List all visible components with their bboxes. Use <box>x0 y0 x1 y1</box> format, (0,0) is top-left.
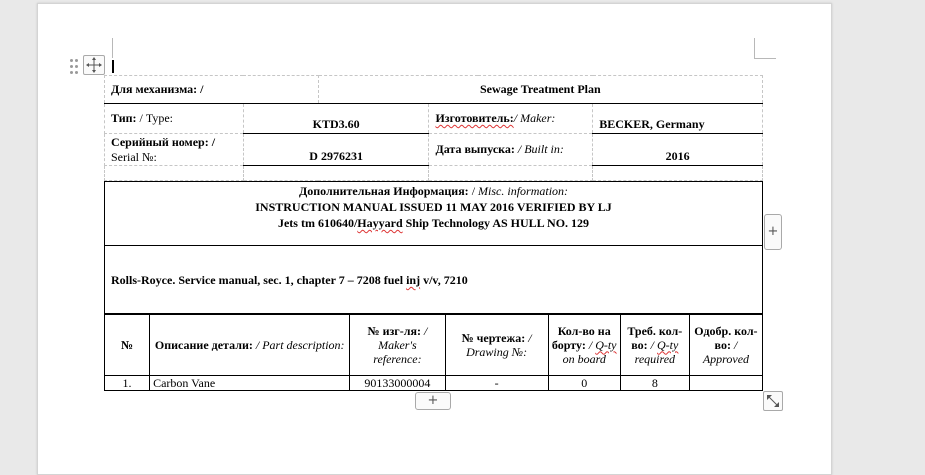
col-header-description[interactable]: Описание детали: / Part description: <box>149 313 351 376</box>
serial-label-ru: Серийный номер: / <box>111 134 216 149</box>
col-header-required[interactable]: Треб. кол-во: / Q-ty required <box>619 313 690 376</box>
spacer-cell <box>104 165 244 181</box>
margin-marker-top-right-h <box>754 58 776 59</box>
serial-value-cell[interactable]: D 2976231 <box>242 133 430 166</box>
cell-onboard[interactable]: 0 <box>547 375 621 391</box>
maker-label-cell: Изготовитель:/ Maker: <box>428 103 594 134</box>
misc-info-cell[interactable]: Дополнительная Информация: / Misc. infor… <box>105 182 762 245</box>
built-value-cell[interactable]: 2016 <box>592 133 763 166</box>
col-header-reference[interactable]: № изг-ля: / Maker's reference: <box>349 313 446 376</box>
col-header-description-en: / Part description: <box>252 337 345 352</box>
serial-value: D 2976231 <box>309 149 363 163</box>
col-header-no-text: № <box>121 337 134 352</box>
type-label-ru: Тип: <box>111 111 137 125</box>
misc-line2-c: Ship Technology AS HULL NO. 129 <box>402 216 590 230</box>
maker-value-cell[interactable]: BECKER, Germany <box>592 103 763 134</box>
type-label-cell: Тип: / Type: <box>104 103 244 134</box>
maker-value: BECKER, Germany <box>599 117 705 131</box>
table-row: 1. Carbon Vane 90133000004 - 0 8 <box>103 375 764 391</box>
misc-label-ru: Дополнительная Информация: <box>298 184 469 198</box>
cell-reference[interactable]: 90133000004 <box>349 375 446 391</box>
col-header-required-en-c: required <box>634 351 676 366</box>
misc-label-en: Misc. information: <box>478 184 569 198</box>
col-header-approved-ru: Одобр. кол-во: <box>694 323 758 352</box>
serial-label-en: Serial №: <box>111 149 157 164</box>
type-value: KTD3.60 <box>312 117 360 131</box>
col-header-onboard-en-b: Q-ty <box>595 337 617 352</box>
service-text-c: v/v, 7210 <box>420 273 468 287</box>
spacer-cell <box>592 165 763 181</box>
built-label-en: / Built in: <box>514 142 564 156</box>
table-move-handle-icon[interactable] <box>83 55 105 75</box>
misc-label-sep: / <box>468 184 479 198</box>
add-row-button[interactable]: + <box>415 392 451 410</box>
col-header-no[interactable]: № <box>103 313 151 376</box>
spacer-cell <box>242 165 430 181</box>
col-header-required-en-a: / <box>647 337 658 352</box>
cell-description[interactable]: Carbon Vane <box>149 375 351 391</box>
misc-info-block: Дополнительная Информация: / Misc. infor… <box>104 181 763 315</box>
type-value-cell[interactable]: KTD3.60 <box>242 103 430 134</box>
col-header-onboard-en-c: on board <box>562 351 606 366</box>
move-arrows-icon <box>86 57 102 73</box>
parts-table: № Описание детали: / Part description: №… <box>103 313 764 391</box>
mechanism-label: Для механизма: / <box>111 82 204 96</box>
service-text-b: inj <box>406 273 421 287</box>
serial-label-cell: Серийный номер: / Serial №: <box>104 133 244 166</box>
spacer-cell <box>428 165 594 181</box>
mechanism-label-cell: Для механизма: / <box>104 75 319 104</box>
service-manual-cell[interactable]: Rolls-Royce. Service manual, sec. 1, cha… <box>105 245 762 314</box>
cell-approved[interactable] <box>688 375 764 391</box>
header-table: Для механизма: / Sewage Treatment Plan Т… <box>104 75 764 181</box>
built-label-cell: Дата выпуска: / Built in: <box>428 133 594 166</box>
parts-header-row: № Описание детали: / Part description: №… <box>103 313 764 376</box>
text-cursor <box>112 60 114 73</box>
mechanism-value-cell[interactable]: Sewage Treatment Plan <box>317 75 764 104</box>
service-text-a: Rolls-Royce. Service manual, sec. 1, cha… <box>111 273 407 287</box>
built-label-ru: Дата выпуска: <box>435 142 515 156</box>
margin-marker-top-left <box>112 38 113 58</box>
col-header-onboard-en-a: / <box>585 337 596 352</box>
margin-marker-top-right <box>754 38 755 58</box>
col-header-drawing[interactable]: № чертежа: / Drawing №: <box>444 313 549 376</box>
col-header-approved[interactable]: Одобр. кол-во: / Approved <box>688 313 764 376</box>
built-value: 2016 <box>665 149 690 163</box>
cell-no[interactable]: 1. <box>103 375 151 391</box>
misc-line1: INSTRUCTION MANUAL ISSUED 11 MAY 2016 VE… <box>255 200 612 214</box>
mechanism-value: Sewage Treatment Plan <box>480 82 601 96</box>
drag-grip-icon[interactable] <box>70 59 80 75</box>
misc-line2-a: Jets tm 610640/ <box>277 216 358 230</box>
maker-label-en: / Maker: <box>513 111 556 125</box>
col-header-drawing-ru: № чертежа: <box>461 330 526 345</box>
resize-arrows-icon <box>767 395 779 407</box>
maker-label-ru: Изготовитель: <box>435 111 514 125</box>
add-column-button[interactable]: + <box>764 214 782 250</box>
cell-required[interactable]: 8 <box>619 375 690 391</box>
misc-line2-b: Hayyard <box>357 216 403 230</box>
col-header-onboard[interactable]: Кол-во на борту: / Q-ty on board <box>547 313 621 376</box>
col-header-reference-ru: № изг-ля: <box>367 323 421 338</box>
col-header-required-en-b: Q-ty <box>657 337 679 352</box>
table-resize-handle[interactable] <box>763 391 783 411</box>
cell-drawing[interactable]: - <box>444 375 549 391</box>
type-label-en: / Type: <box>136 111 174 125</box>
col-header-description-ru: Описание детали: <box>154 337 253 352</box>
